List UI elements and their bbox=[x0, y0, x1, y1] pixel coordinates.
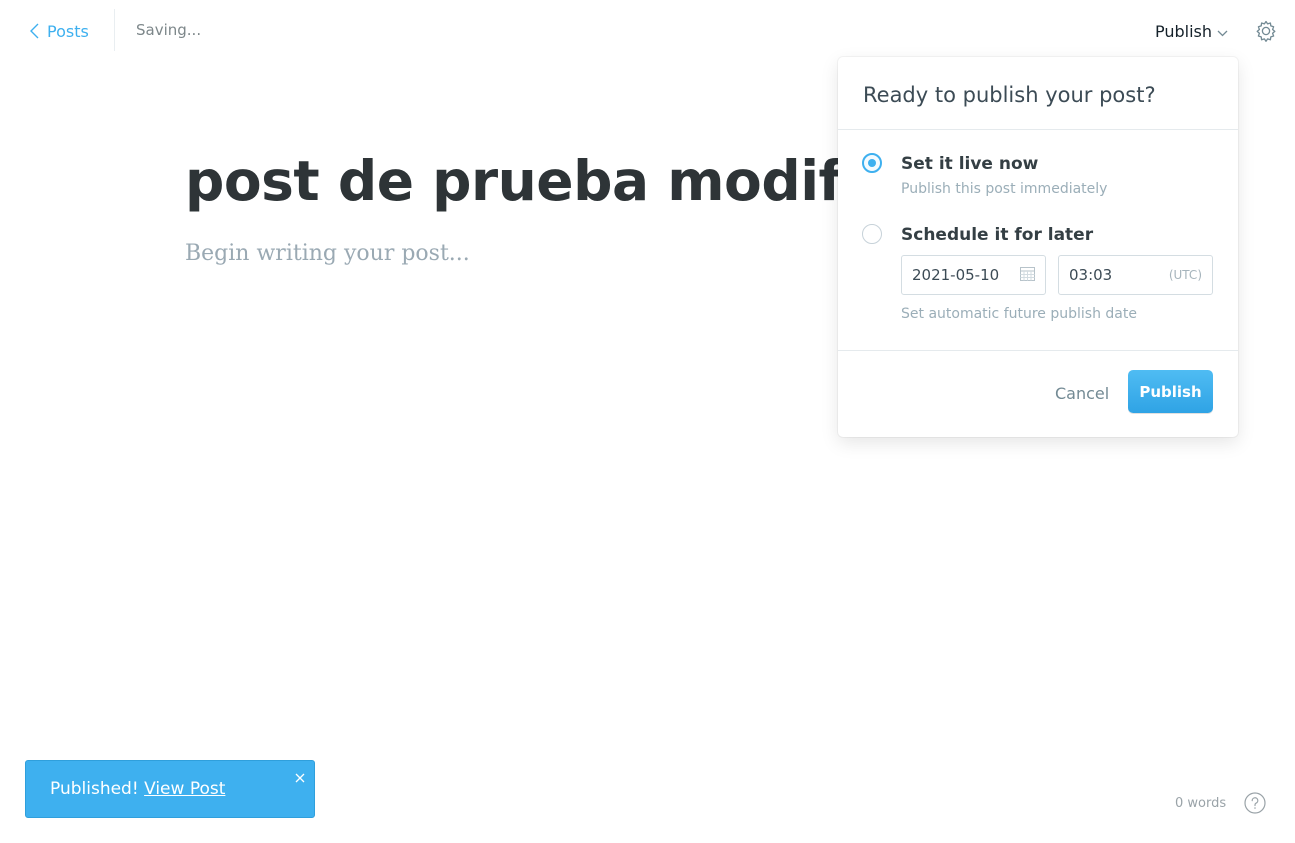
option-description: Publish this post immediately bbox=[901, 181, 1108, 197]
gear-icon bbox=[1254, 20, 1278, 47]
publish-button[interactable]: Publish bbox=[1128, 370, 1213, 413]
toast-message: Published! View Post bbox=[50, 779, 225, 799]
option-schedule-later[interactable]: Schedule it for later bbox=[862, 224, 1094, 245]
help-icon[interactable] bbox=[1244, 792, 1266, 814]
timezone-label: (UTC) bbox=[1168, 268, 1202, 282]
chevron-left-icon bbox=[30, 23, 39, 39]
back-link-label: Posts bbox=[47, 21, 89, 41]
chevron-down-icon bbox=[1217, 22, 1228, 41]
back-to-posts-link[interactable]: Posts bbox=[30, 19, 89, 43]
settings-button[interactable] bbox=[1254, 19, 1278, 43]
publish-toast: Published! View Post bbox=[25, 760, 315, 818]
close-icon[interactable] bbox=[295, 768, 307, 783]
option-label: Schedule it for later bbox=[901, 225, 1094, 245]
popover-heading: Ready to publish your post? bbox=[838, 57, 1238, 130]
schedule-date-input[interactable]: 2021-05-10 bbox=[901, 255, 1046, 295]
topbar-divider bbox=[114, 9, 115, 51]
publish-menu-trigger[interactable]: Publish bbox=[1155, 19, 1228, 43]
publish-popover: Ready to publish your post? Set it live … bbox=[838, 57, 1238, 437]
editor-page: Posts Saving... Publish post de prueba m… bbox=[0, 0, 1295, 843]
publish-menu-label: Publish bbox=[1155, 21, 1213, 41]
post-body-editor[interactable]: Begin writing your post... bbox=[185, 241, 470, 266]
option-set-live-now[interactable]: Set it live now Publish this post immedi… bbox=[862, 153, 1108, 197]
post-title-input[interactable]: post de prueba modificado bbox=[185, 145, 845, 217]
toast-text: Published! bbox=[50, 779, 139, 799]
save-status: Saving... bbox=[136, 21, 202, 39]
cancel-button[interactable]: Cancel bbox=[1055, 384, 1109, 403]
view-post-link[interactable]: View Post bbox=[144, 779, 225, 799]
popover-footer: Cancel Publish bbox=[838, 350, 1238, 437]
schedule-time-input[interactable]: 03:03 (UTC) bbox=[1058, 255, 1213, 295]
schedule-hint: Set automatic future publish date bbox=[901, 306, 1137, 322]
radio-set-live-now[interactable] bbox=[862, 153, 882, 173]
time-value: 03:03 bbox=[1069, 266, 1113, 284]
word-count: 0 words bbox=[1175, 796, 1227, 811]
option-label: Set it live now bbox=[901, 154, 1039, 174]
radio-schedule-later[interactable] bbox=[862, 224, 882, 244]
calendar-icon[interactable] bbox=[1020, 266, 1035, 285]
date-value: 2021-05-10 bbox=[912, 266, 1000, 284]
